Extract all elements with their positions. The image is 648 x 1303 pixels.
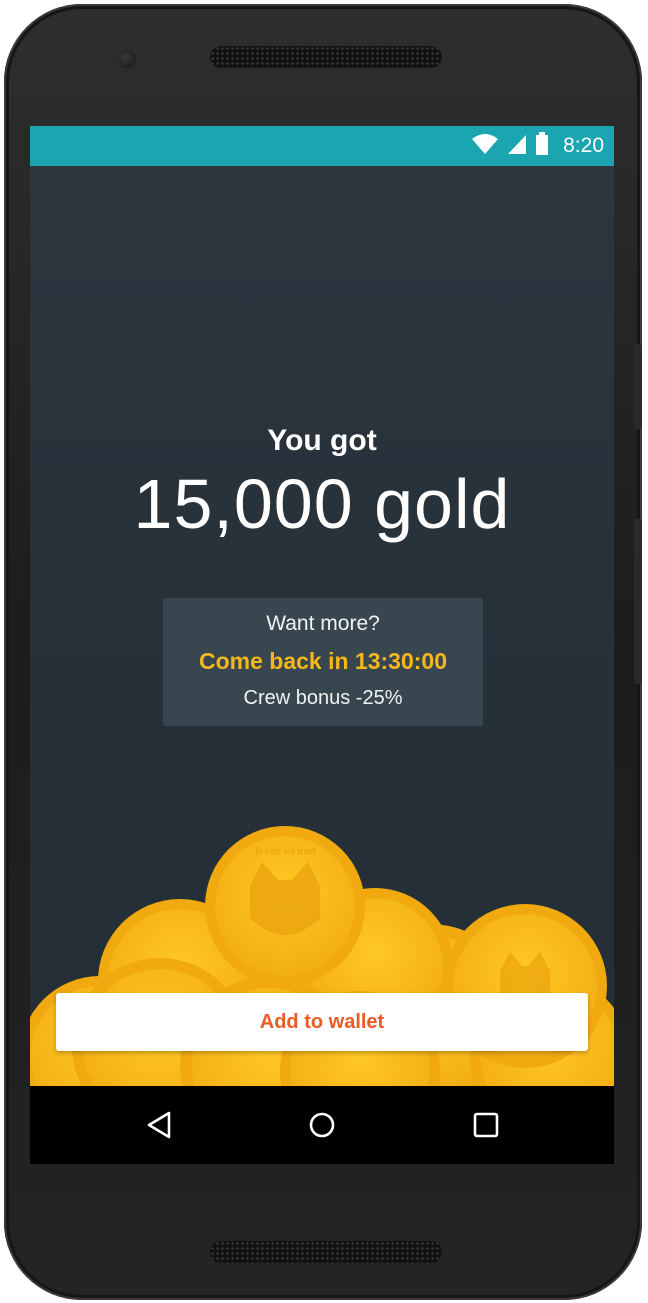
back-icon[interactable] — [141, 1107, 177, 1143]
status-bar: 8:20 — [30, 126, 614, 166]
bottom-speaker — [210, 1241, 442, 1263]
countdown-text: Come back in 13:30:00 — [198, 648, 447, 674]
status-time: 8:20 — [563, 134, 604, 157]
volume-button — [634, 344, 642, 429]
want-more-text: Want more? — [266, 612, 380, 635]
cell-signal-icon — [507, 133, 527, 160]
add-to-wallet-button[interactable]: Add to wallet — [56, 993, 588, 1051]
reward-heading: You got — [267, 424, 377, 457]
coin: In cats we trust — [205, 826, 365, 986]
info-card: Want more? Come back in 13:30:00 Crew bo… — [163, 598, 483, 726]
home-icon[interactable] — [304, 1107, 340, 1143]
coin-engraving: In cats we trust — [255, 846, 316, 857]
recents-icon[interactable] — [468, 1107, 504, 1143]
screen: 8:20 You got 15,000 gold Want more? Come… — [30, 126, 614, 1164]
reward-amount: 15,000 gold — [133, 465, 511, 543]
front-camera — [118, 50, 136, 68]
battery-icon — [535, 131, 549, 161]
crew-bonus-text: Crew bonus -25% — [243, 687, 403, 709]
wifi-icon — [471, 133, 499, 160]
reward-screen: You got 15,000 gold Want more? Come back… — [30, 166, 614, 1086]
navigation-bar — [30, 1086, 614, 1164]
top-speaker — [210, 46, 442, 68]
power-button — [634, 519, 642, 684]
